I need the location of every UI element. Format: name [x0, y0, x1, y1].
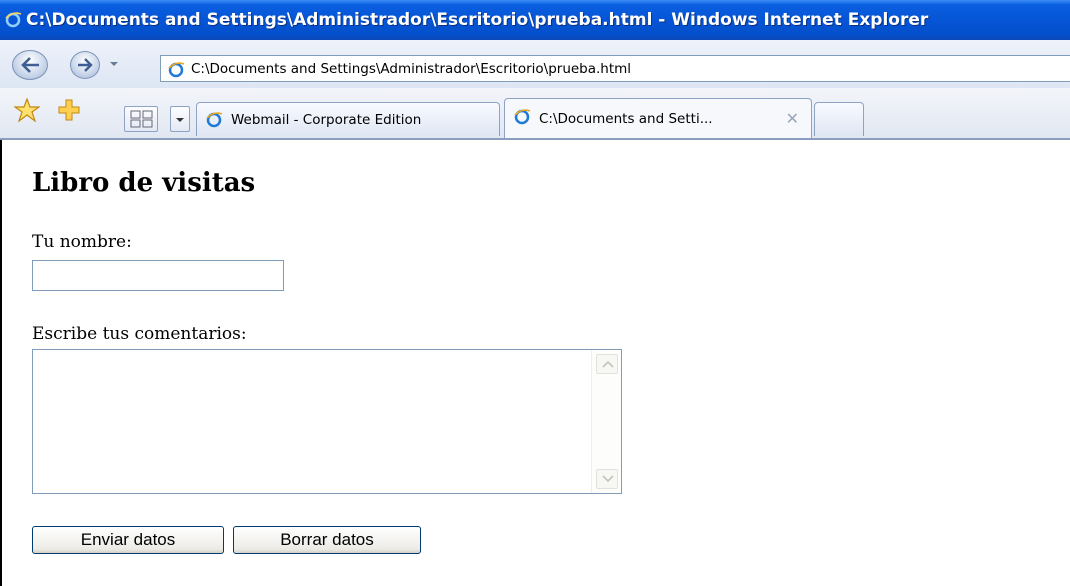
- ie-icon: [5, 12, 22, 28]
- comments-textarea[interactable]: [32, 349, 622, 494]
- ie-icon: [206, 112, 223, 128]
- recent-pages-dropdown-icon[interactable]: [108, 58, 120, 70]
- back-button[interactable]: [12, 50, 48, 80]
- ie-icon: [514, 109, 531, 125]
- reset-button[interactable]: Borrar datos: [233, 526, 421, 554]
- tab-list-dropdown[interactable]: [170, 106, 190, 132]
- grid-icon: [130, 110, 153, 128]
- arrow-left-icon: [21, 57, 39, 73]
- page-title: Libro de visitas: [32, 168, 256, 198]
- name-label: Tu nombre:: [32, 232, 132, 252]
- chevron-down-icon: [176, 118, 184, 122]
- plus-icon[interactable]: [57, 98, 81, 122]
- page-content: Libro de visitas Tu nombre: Escribe tus …: [0, 140, 1070, 586]
- address-bar[interactable]: C:\Documents and Settings\Administrador\…: [160, 55, 1070, 82]
- tab-label: C:\Documents and Setti...: [539, 110, 713, 127]
- textarea-scrollbar[interactable]: [591, 350, 621, 493]
- window-title: C:\Documents and Settings\Administrador\…: [26, 10, 929, 30]
- window-titlebar: C:\Documents and Settings\Administrador\…: [0, 0, 1070, 40]
- navigation-bar: C:\Documents and Settings\Administrador\…: [0, 40, 1070, 88]
- scroll-up-button[interactable]: [596, 354, 618, 374]
- tab-webmail[interactable]: Webmail - Corporate Edition: [196, 102, 500, 136]
- tab-bar: Webmail - Corporate Edition C:\Documents…: [0, 88, 1070, 140]
- submit-button[interactable]: Enviar datos: [32, 526, 224, 554]
- quick-tabs-button[interactable]: [124, 106, 158, 132]
- name-input[interactable]: [32, 260, 284, 291]
- ie-icon: [168, 62, 185, 78]
- chevron-down-icon: [602, 475, 614, 483]
- chevron-up-icon: [602, 360, 614, 368]
- new-tab-button[interactable]: [814, 102, 864, 136]
- address-url: C:\Documents and Settings\Administrador\…: [191, 60, 632, 77]
- forward-button[interactable]: [70, 51, 100, 79]
- tab-prueba[interactable]: C:\Documents and Setti... ✕: [504, 98, 812, 138]
- comments-label: Escribe tus comentarios:: [32, 324, 247, 344]
- star-icon[interactable]: [14, 98, 40, 122]
- tab-label: Webmail - Corporate Edition: [231, 111, 422, 128]
- close-icon[interactable]: ✕: [786, 109, 799, 128]
- scroll-down-button[interactable]: [596, 469, 618, 489]
- arrow-right-icon: [78, 58, 93, 72]
